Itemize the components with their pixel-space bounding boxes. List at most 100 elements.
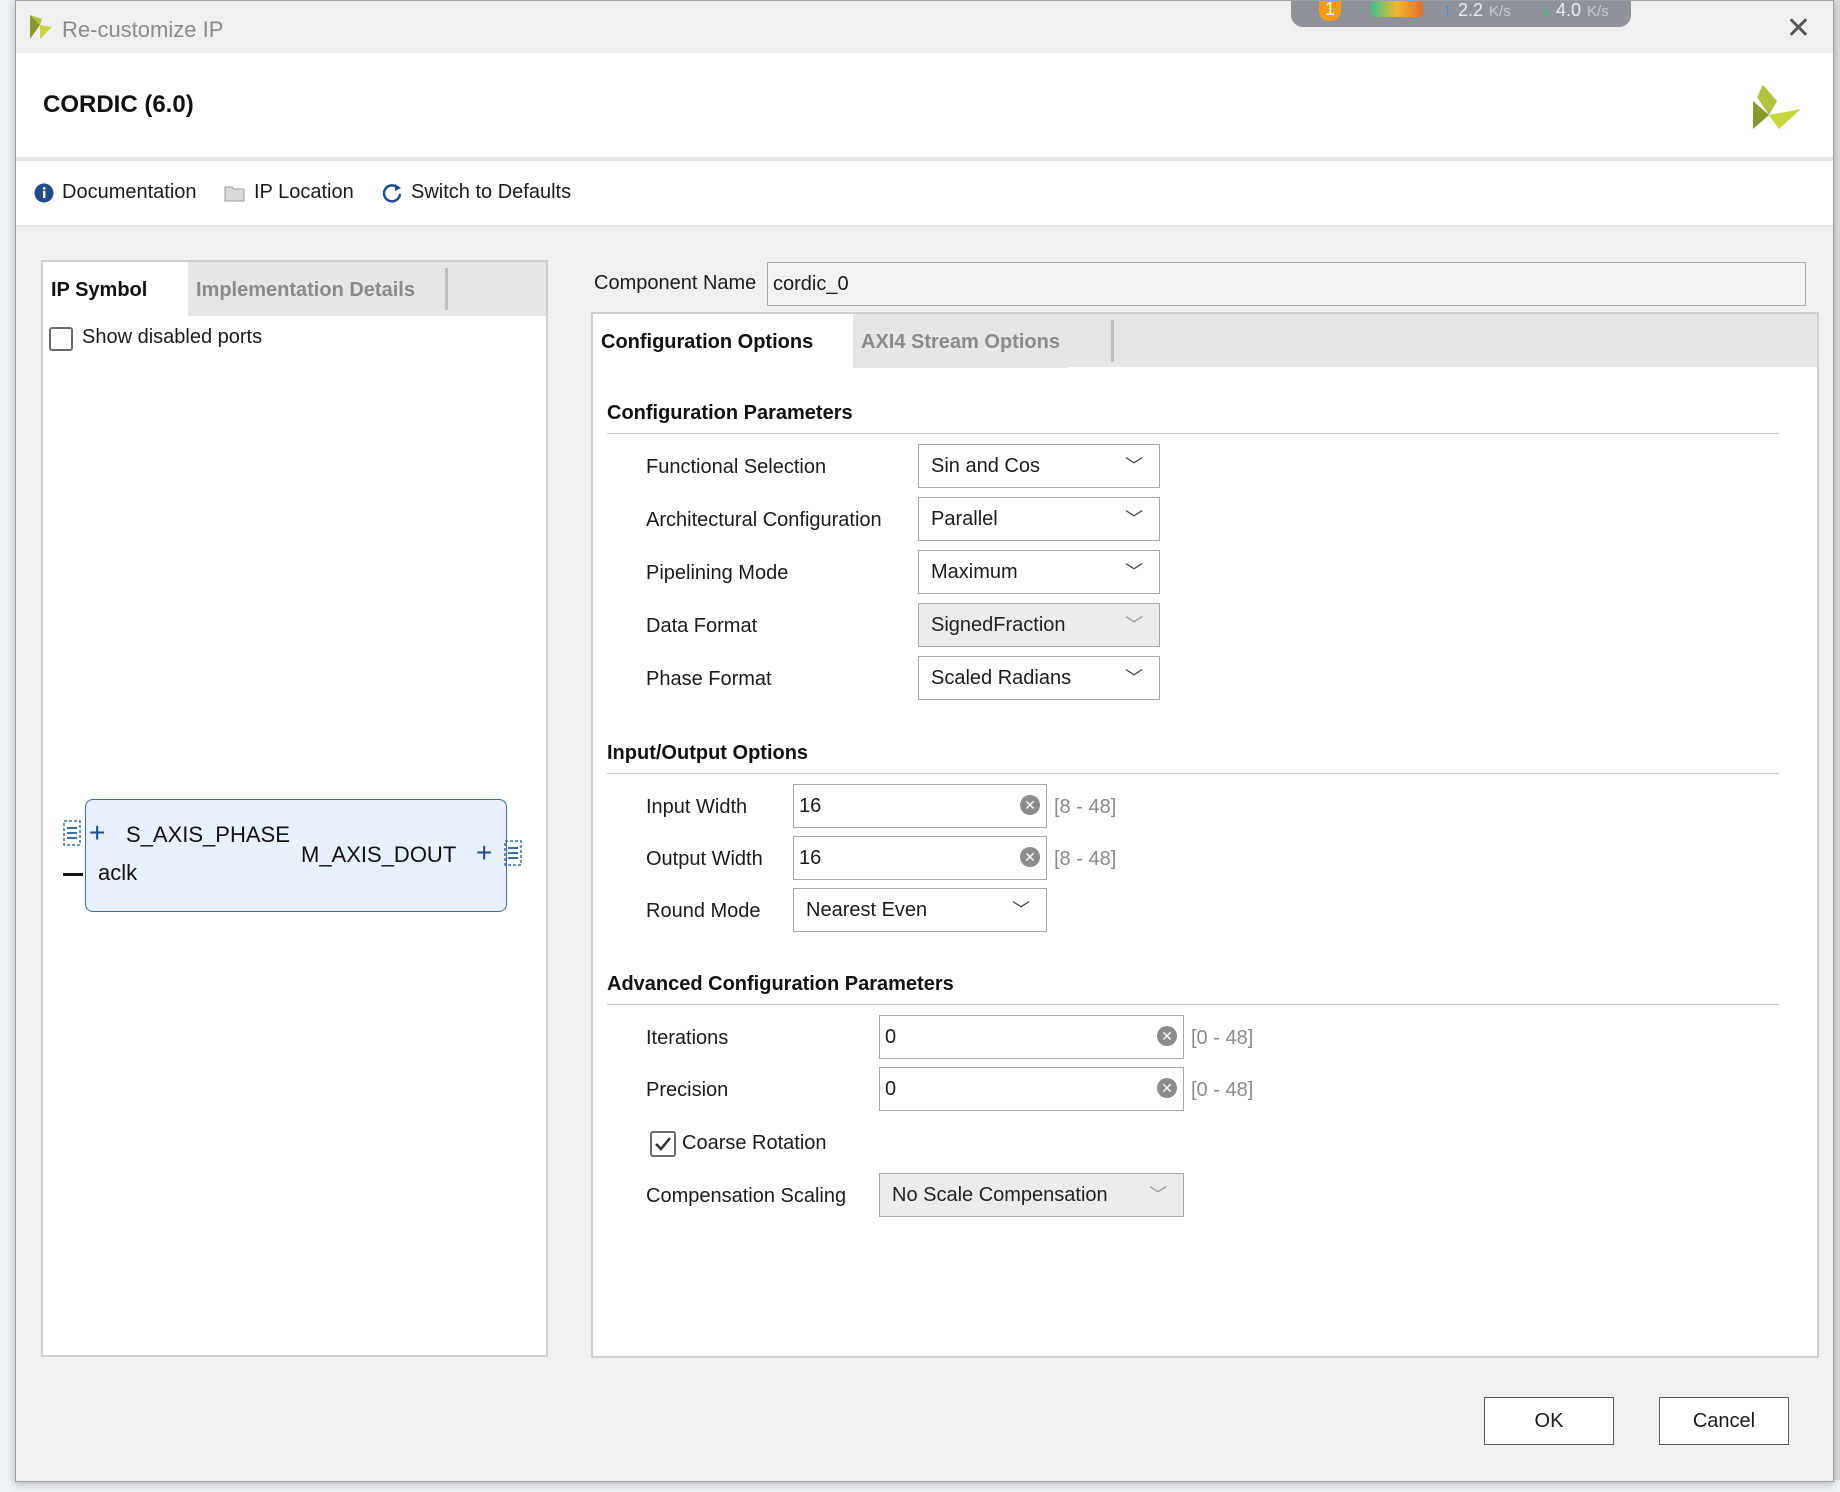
data-format-label: Data Format xyxy=(646,615,758,637)
output-width-value: 16 xyxy=(799,847,822,869)
background-app-edge-left xyxy=(0,0,15,1492)
input-width-value: 16 xyxy=(799,795,822,817)
pipelining-mode-label: Pipelining Mode xyxy=(646,562,789,584)
functional-selection-label: Functional Selection xyxy=(646,456,827,478)
output-width-label: Output Width xyxy=(646,848,763,870)
component-name-input[interactable]: cordic_0 xyxy=(767,262,1806,306)
round-mode-value: Nearest Even xyxy=(806,899,928,921)
phase-format-dropdown[interactable]: Scaled Radians ﹀ xyxy=(918,656,1160,700)
architectural-configuration-dropdown[interactable]: Parallel ﹀ xyxy=(918,497,1160,541)
cancel-button[interactable]: Cancel xyxy=(1659,1397,1789,1445)
tab-implementation-details[interactable]: Implementation Details xyxy=(188,262,423,316)
aclk-pin-line xyxy=(63,873,83,876)
chevron-down-icon: ﹀ xyxy=(1125,615,1143,635)
coarse-rotation-label: Coarse Rotation xyxy=(682,1132,827,1154)
expand-plus-icon[interactable]: + xyxy=(476,837,492,869)
tab-separator xyxy=(1111,320,1114,362)
configuration-panel: Configuration Options AXI4 Stream Option… xyxy=(591,312,1819,1358)
chevron-down-icon: ﹀ xyxy=(1125,562,1143,582)
chevron-down-icon: ﹀ xyxy=(1125,456,1143,476)
dialog-header: CORDIC (6.0) xyxy=(16,53,1833,161)
show-disabled-ports-checkbox[interactable] xyxy=(49,327,73,351)
chevron-down-icon: ﹀ xyxy=(1125,509,1143,529)
iterations-label: Iterations xyxy=(646,1027,729,1049)
window-title: Re-customize IP xyxy=(62,17,224,42)
pin-s-axis-phase: S_AXIS_PHASE xyxy=(126,822,290,847)
bus-interface-icon xyxy=(504,840,522,866)
download-rate-unit: K/s xyxy=(1587,3,1609,20)
switch-to-defaults-label: Switch to Defaults xyxy=(411,181,572,203)
folder-icon xyxy=(224,186,245,202)
notification-badge: 1 xyxy=(1319,1,1341,21)
compensation-scaling-dropdown[interactable]: No Scale Compensation ﹀ xyxy=(879,1173,1184,1217)
tab-separator xyxy=(445,268,448,310)
output-width-field[interactable]: 16 ✕ xyxy=(793,836,1047,880)
section-input-output-options: Input/Output Options xyxy=(607,742,1779,774)
ok-button[interactable]: OK xyxy=(1484,1397,1614,1445)
input-width-label: Input Width xyxy=(646,796,748,818)
download-rate-value: 4.0 xyxy=(1556,0,1582,20)
iterations-field[interactable]: 0 ✕ xyxy=(879,1015,1184,1059)
compensation-scaling-value: No Scale Compensation xyxy=(892,1184,1108,1206)
tab-configuration-options[interactable]: Configuration Options xyxy=(593,314,859,368)
tab-axi4-stream-options[interactable]: AXI4 Stream Options xyxy=(853,314,1068,368)
functional-selection-dropdown[interactable]: Sin and Cos ﹀ xyxy=(918,444,1160,488)
bus-interface-icon xyxy=(63,820,81,846)
section-advanced-configuration-parameters: Advanced Configuration Parameters xyxy=(607,973,1779,1005)
ip-location-label: IP Location xyxy=(254,181,354,203)
iterations-value: 0 xyxy=(885,1026,897,1048)
precision-field[interactable]: 0 ✕ xyxy=(879,1067,1184,1111)
expand-plus-icon[interactable]: + xyxy=(89,817,105,849)
data-format-dropdown[interactable]: SignedFraction ﹀ xyxy=(918,603,1160,647)
toolbar: Documentation IP Location Switch to Defa… xyxy=(16,161,1833,227)
clear-icon[interactable]: ✕ xyxy=(1157,1026,1177,1046)
architectural-configuration-value: Parallel xyxy=(931,508,998,530)
phase-format-value: Scaled Radians xyxy=(931,667,1072,689)
clear-icon[interactable]: ✕ xyxy=(1020,847,1040,867)
documentation-label: Documentation xyxy=(62,181,197,203)
coarse-rotation-checkbox[interactable] xyxy=(650,1131,676,1157)
chevron-down-icon: ﹀ xyxy=(1125,668,1143,688)
output-width-range: [8 - 48] xyxy=(1054,848,1117,870)
ip-symbol-panel: IP Symbol Implementation Details Show di… xyxy=(41,260,548,1357)
chevron-down-icon: ﹀ xyxy=(1149,1185,1167,1205)
close-icon[interactable]: ✕ xyxy=(1786,11,1811,46)
round-mode-label: Round Mode xyxy=(646,900,761,922)
precision-value: 0 xyxy=(885,1078,897,1100)
component-name-label: Component Name xyxy=(594,272,757,294)
ip-title: CORDIC (6.0) xyxy=(43,91,194,118)
pin-aclk: aclk xyxy=(98,860,138,885)
download-rate: ↓ 4.0 K/s xyxy=(1541,0,1609,21)
input-width-range: [8 - 48] xyxy=(1054,796,1117,818)
vivado-logo-icon xyxy=(30,15,52,39)
iterations-range: [0 - 48] xyxy=(1191,1027,1254,1049)
chevron-down-icon: ﹀ xyxy=(1012,900,1030,920)
pipelining-mode-dropdown[interactable]: Maximum ﹀ xyxy=(918,550,1160,594)
network-monitor-widget: 1 ↑ 2.2 K/s ↓ 4.0 K/s xyxy=(1291,0,1631,27)
upload-rate-value: 2.2 xyxy=(1458,0,1484,20)
pin-m-axis-dout: M_AXIS_DOUT xyxy=(301,842,457,867)
show-disabled-ports-label: Show disabled ports xyxy=(82,326,263,348)
phase-format-label: Phase Format xyxy=(646,668,772,690)
input-width-field[interactable]: 16 ✕ xyxy=(793,784,1047,828)
data-format-value: SignedFraction xyxy=(931,614,1066,636)
round-mode-dropdown[interactable]: Nearest Even ﹀ xyxy=(793,888,1047,932)
pipelining-mode-value: Maximum xyxy=(931,561,1018,583)
clear-icon[interactable]: ✕ xyxy=(1157,1078,1177,1098)
section-configuration-parameters: Configuration Parameters xyxy=(607,402,1779,434)
right-tab-bar: Configuration Options AXI4 Stream Option… xyxy=(593,314,1817,368)
usage-gradient-bar xyxy=(1371,1,1423,17)
documentation-button[interactable]: Documentation xyxy=(34,181,197,204)
download-arrow-icon: ↓ xyxy=(1541,0,1550,20)
compensation-scaling-label: Compensation Scaling xyxy=(646,1185,847,1207)
tab-ip-symbol[interactable]: IP Symbol xyxy=(43,262,194,316)
ip-location-button[interactable]: IP Location xyxy=(224,181,354,204)
architectural-configuration-label: Architectural Configuration xyxy=(646,509,882,531)
switch-to-defaults-button[interactable]: Switch to Defaults xyxy=(381,181,571,204)
re-customize-ip-dialog: Re-customize IP ✕ 1 ↑ 2.2 K/s ↓ 4.0 K/s CORD… xyxy=(15,0,1834,1482)
clear-icon[interactable]: ✕ xyxy=(1020,795,1040,815)
checkmark-icon xyxy=(655,1137,671,1151)
info-icon xyxy=(34,183,54,203)
refresh-icon xyxy=(382,183,402,203)
precision-range: [0 - 48] xyxy=(1191,1079,1254,1101)
